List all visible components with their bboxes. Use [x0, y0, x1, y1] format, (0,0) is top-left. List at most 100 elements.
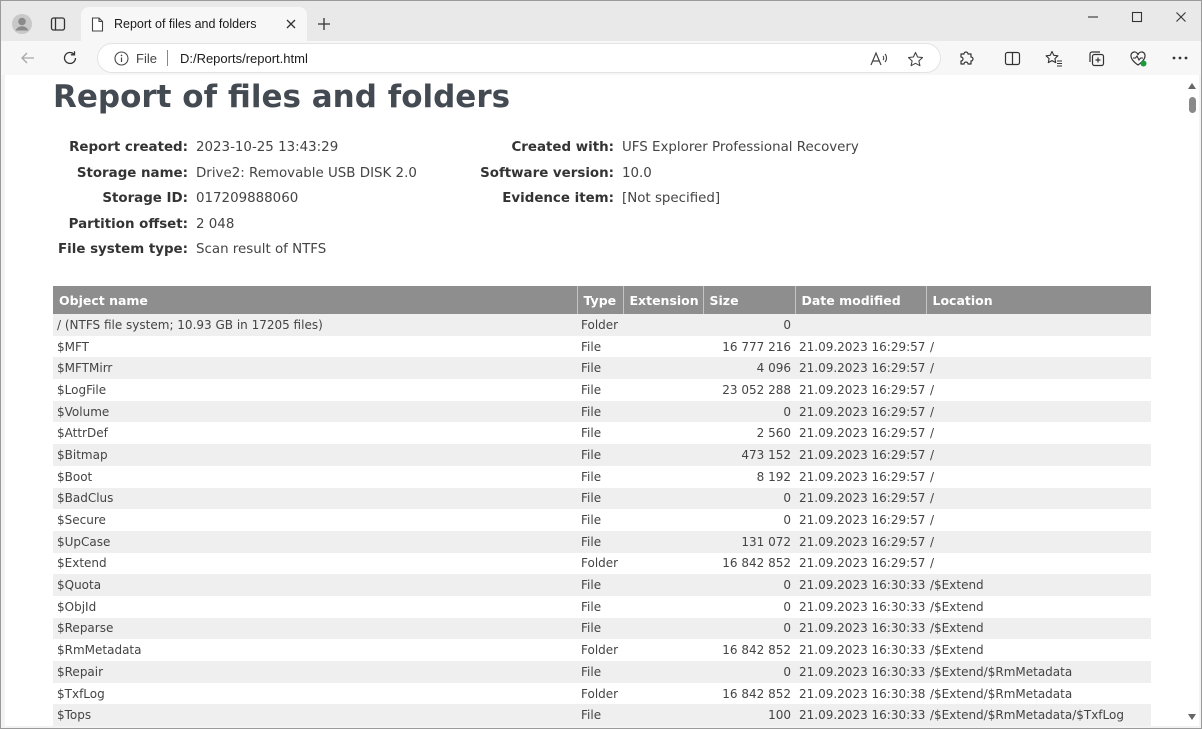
read-aloud-button[interactable]	[868, 48, 890, 70]
table-row: $Quota File 0 21.09.2023 16:30:33/$Extend	[53, 574, 1151, 596]
window-close-button[interactable]	[1159, 3, 1201, 31]
table-row: $Tops File 100 21.09.2023 16:30:33/$Extend/…	[53, 704, 1151, 726]
profile-button[interactable]	[7, 9, 37, 39]
cell-location: /	[926, 509, 1151, 531]
report-meta-right: Created with: UFS Explorer Professional R…	[473, 135, 859, 212]
info-icon	[113, 50, 129, 66]
cell-date-modified: 21.09.2023 16:30:33	[795, 595, 926, 618]
vertical-scrollbar[interactable]	[1185, 75, 1199, 726]
table-row: / (NTFS file system; 10.93 GB in 17205 f…	[53, 314, 1151, 336]
cell-object-name: $Bitmap	[53, 444, 577, 466]
tab-close-button[interactable]	[281, 14, 301, 34]
table-row: $TxfLog Folder 16 842 852 21.09.2023 16:30:…	[53, 682, 1151, 705]
cell-type: File	[577, 574, 623, 596]
meta-label: Partition offset:	[68, 216, 188, 232]
cell-object-name: $BadClus	[53, 487, 577, 510]
scrollbar-thumb[interactable]	[1189, 97, 1196, 113]
cell-date-modified: 21.09.2023 16:30:33	[795, 639, 926, 661]
extensions-button[interactable]	[951, 44, 981, 72]
meta-label: Evidence item:	[502, 191, 614, 206]
meta-row: Evidence item: [Not specified]	[473, 186, 859, 212]
cell-type: File	[577, 422, 623, 445]
cell-type: File	[577, 335, 623, 358]
cell-date-modified: 21.09.2023 16:30:33	[795, 617, 926, 640]
cell-location: /	[926, 357, 1151, 380]
cell-object-name: $Boot	[53, 465, 577, 488]
meta-row: File system type: Scan result of NTFS	[53, 237, 417, 263]
column-header: Date modified	[795, 286, 927, 314]
cell-extension	[623, 444, 703, 466]
page-viewport[interactable]: Report of files and folders Report creat…	[5, 75, 1199, 726]
cell-size: 0	[703, 661, 795, 683]
collections-icon	[1088, 50, 1104, 66]
cell-size: 4 096	[703, 357, 795, 380]
table-row: $Extend Folder 16 842 852 21.09.2023 16:29:…	[53, 552, 1151, 575]
table-row: $Secure File 0 21.09.2023 16:29:57/	[53, 509, 1151, 531]
cell-size: 131 072	[703, 530, 795, 553]
cell-type: File	[577, 509, 623, 531]
cell-type: Folder	[577, 639, 623, 661]
meta-row: Storage ID: 017209888060	[53, 186, 417, 212]
collections-button[interactable]	[1081, 44, 1111, 72]
meta-label: Report created:	[69, 140, 188, 155]
meta-label: Software version:	[480, 165, 614, 181]
plus-icon	[318, 18, 330, 30]
cell-date-modified: 21.09.2023 16:29:57	[795, 487, 926, 510]
cell-type: Folder	[577, 314, 623, 336]
maximize-button[interactable]	[1115, 3, 1159, 31]
active-tab[interactable]: Report of files and folders	[81, 7, 307, 41]
cell-extension	[623, 314, 703, 336]
cell-location: /	[926, 444, 1151, 466]
cell-date-modified: 21.09.2023 16:29:57	[795, 465, 926, 488]
cell-size: 16 842 852	[703, 552, 795, 575]
split-screen-icon	[1004, 51, 1020, 65]
cell-location: /	[926, 530, 1151, 553]
cell-date-modified: 21.09.2023 16:29:57	[795, 509, 926, 531]
minimize-button[interactable]	[1071, 3, 1115, 31]
meta-value: 10.0	[622, 165, 652, 181]
tab-actions-button[interactable]	[43, 9, 73, 39]
refresh-icon	[63, 51, 77, 65]
add-favorite-button[interactable]	[904, 48, 926, 70]
table-body: / (NTFS file system; 10.93 GB in 17205 f…	[53, 314, 1151, 726]
cell-object-name: $Volume	[53, 400, 577, 423]
column-header: Type	[577, 286, 624, 314]
cell-object-name: $LogFile	[53, 379, 577, 401]
cell-extension	[623, 379, 703, 401]
cell-extension	[623, 487, 703, 510]
column-header: Location	[926, 286, 1151, 314]
cell-object-name: $Repair	[53, 661, 577, 683]
tab-actions-icon	[50, 17, 66, 31]
back-button[interactable]	[13, 44, 43, 72]
tab-strip: Report of files and folders	[1, 1, 1201, 41]
meta-value: 2 048	[196, 216, 235, 232]
more-button[interactable]	[1165, 44, 1195, 72]
split-screen-button[interactable]	[997, 44, 1027, 72]
cell-extension	[623, 552, 703, 575]
meta-row: Software version: 10.0	[473, 161, 859, 187]
cell-size: 0	[703, 574, 795, 596]
favorites-button[interactable]	[1039, 44, 1069, 72]
meta-label: Created with:	[511, 140, 614, 155]
new-tab-button[interactable]	[311, 11, 337, 37]
cell-type: File	[577, 465, 623, 488]
scroll-up-arrow[interactable]	[1187, 81, 1197, 91]
meta-value: 017209888060	[196, 191, 299, 206]
address-url[interactable]: D:/Reports/report.html	[180, 51, 308, 66]
cell-size: 0	[703, 487, 795, 510]
cell-date-modified: 21.09.2023 16:29:57	[795, 357, 926, 380]
refresh-button[interactable]	[55, 44, 85, 72]
site-info-button[interactable]	[112, 49, 130, 67]
cell-size: 0	[703, 400, 795, 423]
performance-button[interactable]	[1123, 44, 1153, 72]
table-row: $Volume File 0 21.09.2023 16:29:57/	[53, 400, 1151, 423]
cell-type: File	[577, 400, 623, 423]
cell-location: /	[926, 335, 1151, 358]
address-scheme: File	[136, 50, 157, 66]
favorites-icon	[1045, 50, 1062, 67]
cell-type: File	[577, 595, 623, 618]
scroll-down-arrow[interactable]	[1187, 712, 1197, 722]
cell-date-modified: 21.09.2023 16:30:33	[795, 704, 926, 726]
address-bar[interactable]: File D:/Reports/report.html	[97, 43, 941, 73]
column-header: Extension	[623, 286, 704, 314]
